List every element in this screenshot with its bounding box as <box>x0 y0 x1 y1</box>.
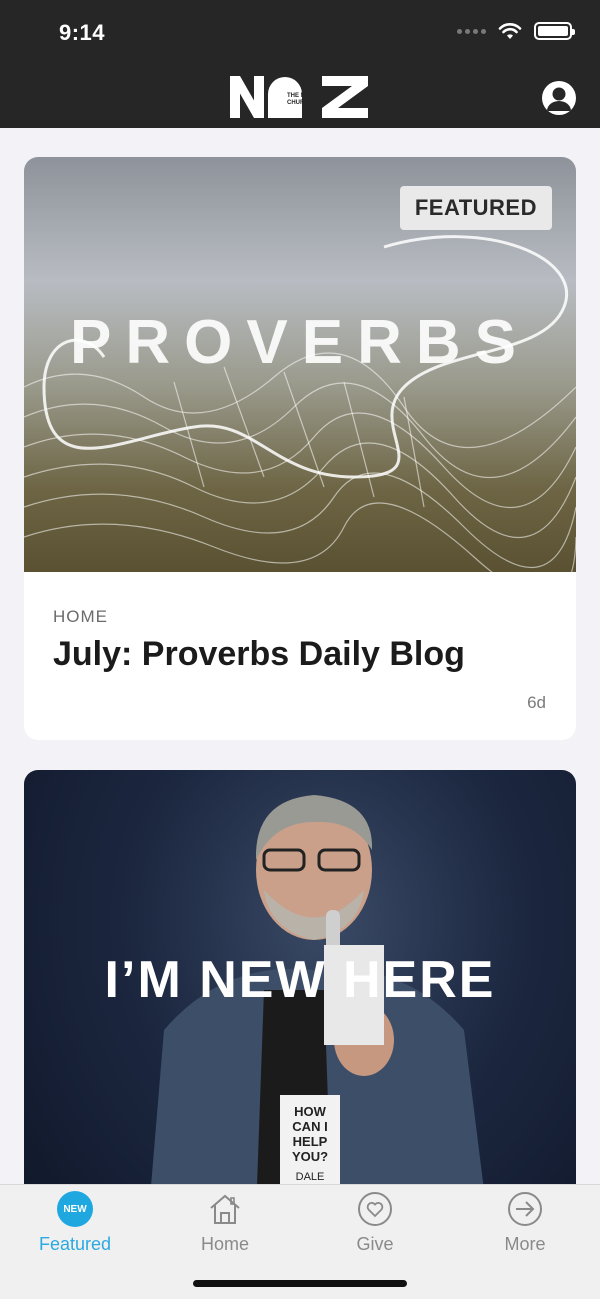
battery-icon <box>534 22 575 40</box>
svg-text:DALE: DALE <box>296 1171 325 1183</box>
hero-title: I’M NEW HERE <box>104 951 496 1009</box>
svg-text:HOW: HOW <box>294 1104 327 1119</box>
status-time: 9:14 <box>59 20 106 45</box>
tab-more[interactable]: More <box>450 1185 600 1275</box>
user-icon <box>547 87 571 111</box>
hero-title: PROVERBS <box>70 308 530 377</box>
tab-label: Featured <box>38 1234 112 1254</box>
heart-icon <box>358 1192 392 1226</box>
tab-bar: NEW Featured Home Give More <box>0 1184 600 1299</box>
card-age: 6d <box>527 693 546 712</box>
feed[interactable]: PROVERBS FEATURED HOME July: Proverbs Da… <box>0 128 600 1184</box>
card-title[interactable]: July: Proverbs Daily Blog <box>53 635 465 674</box>
svg-text:YOU?: YOU? <box>292 1149 328 1164</box>
card-hero-image: HOW CAN I HELP YOU? DALE I’M NEW HERE <box>24 770 576 1184</box>
tab-label: Give <box>356 1234 394 1254</box>
signal-icon <box>457 28 486 34</box>
status-icons <box>457 22 575 40</box>
arrow-right-icon <box>508 1192 542 1226</box>
card-category: HOME <box>53 607 108 626</box>
new-badge-icon: NEW <box>57 1191 93 1227</box>
feed-card[interactable]: HOW CAN I HELP YOU? DALE I’M NEW HERE <box>24 770 576 1184</box>
svg-text:CAN I: CAN I <box>292 1119 327 1134</box>
home-indicator <box>193 1280 407 1287</box>
svg-text:HELP: HELP <box>293 1134 328 1149</box>
profile-button[interactable] <box>542 81 576 115</box>
featured-badge: FEATURED <box>399 186 552 230</box>
home-icon <box>210 1194 240 1224</box>
card-hero-image: PROVERBS FEATURED <box>24 157 576 572</box>
tab-give[interactable]: Give <box>300 1185 450 1275</box>
feed-card[interactable]: PROVERBS FEATURED HOME July: Proverbs Da… <box>24 157 576 740</box>
wifi-icon <box>498 23 522 39</box>
card-body[interactable]: HOME July: Proverbs Daily Blog 6d <box>24 572 576 740</box>
logo-subtext: THE NAZ CHURCH <box>287 93 313 106</box>
tab-label: More <box>504 1234 546 1254</box>
tab-featured[interactable]: NEW Featured <box>0 1185 150 1275</box>
app-header: 9:14 THE NAZ CHURCH <box>0 0 600 128</box>
tab-home[interactable]: Home <box>150 1185 300 1275</box>
tab-label: Home <box>200 1234 249 1254</box>
